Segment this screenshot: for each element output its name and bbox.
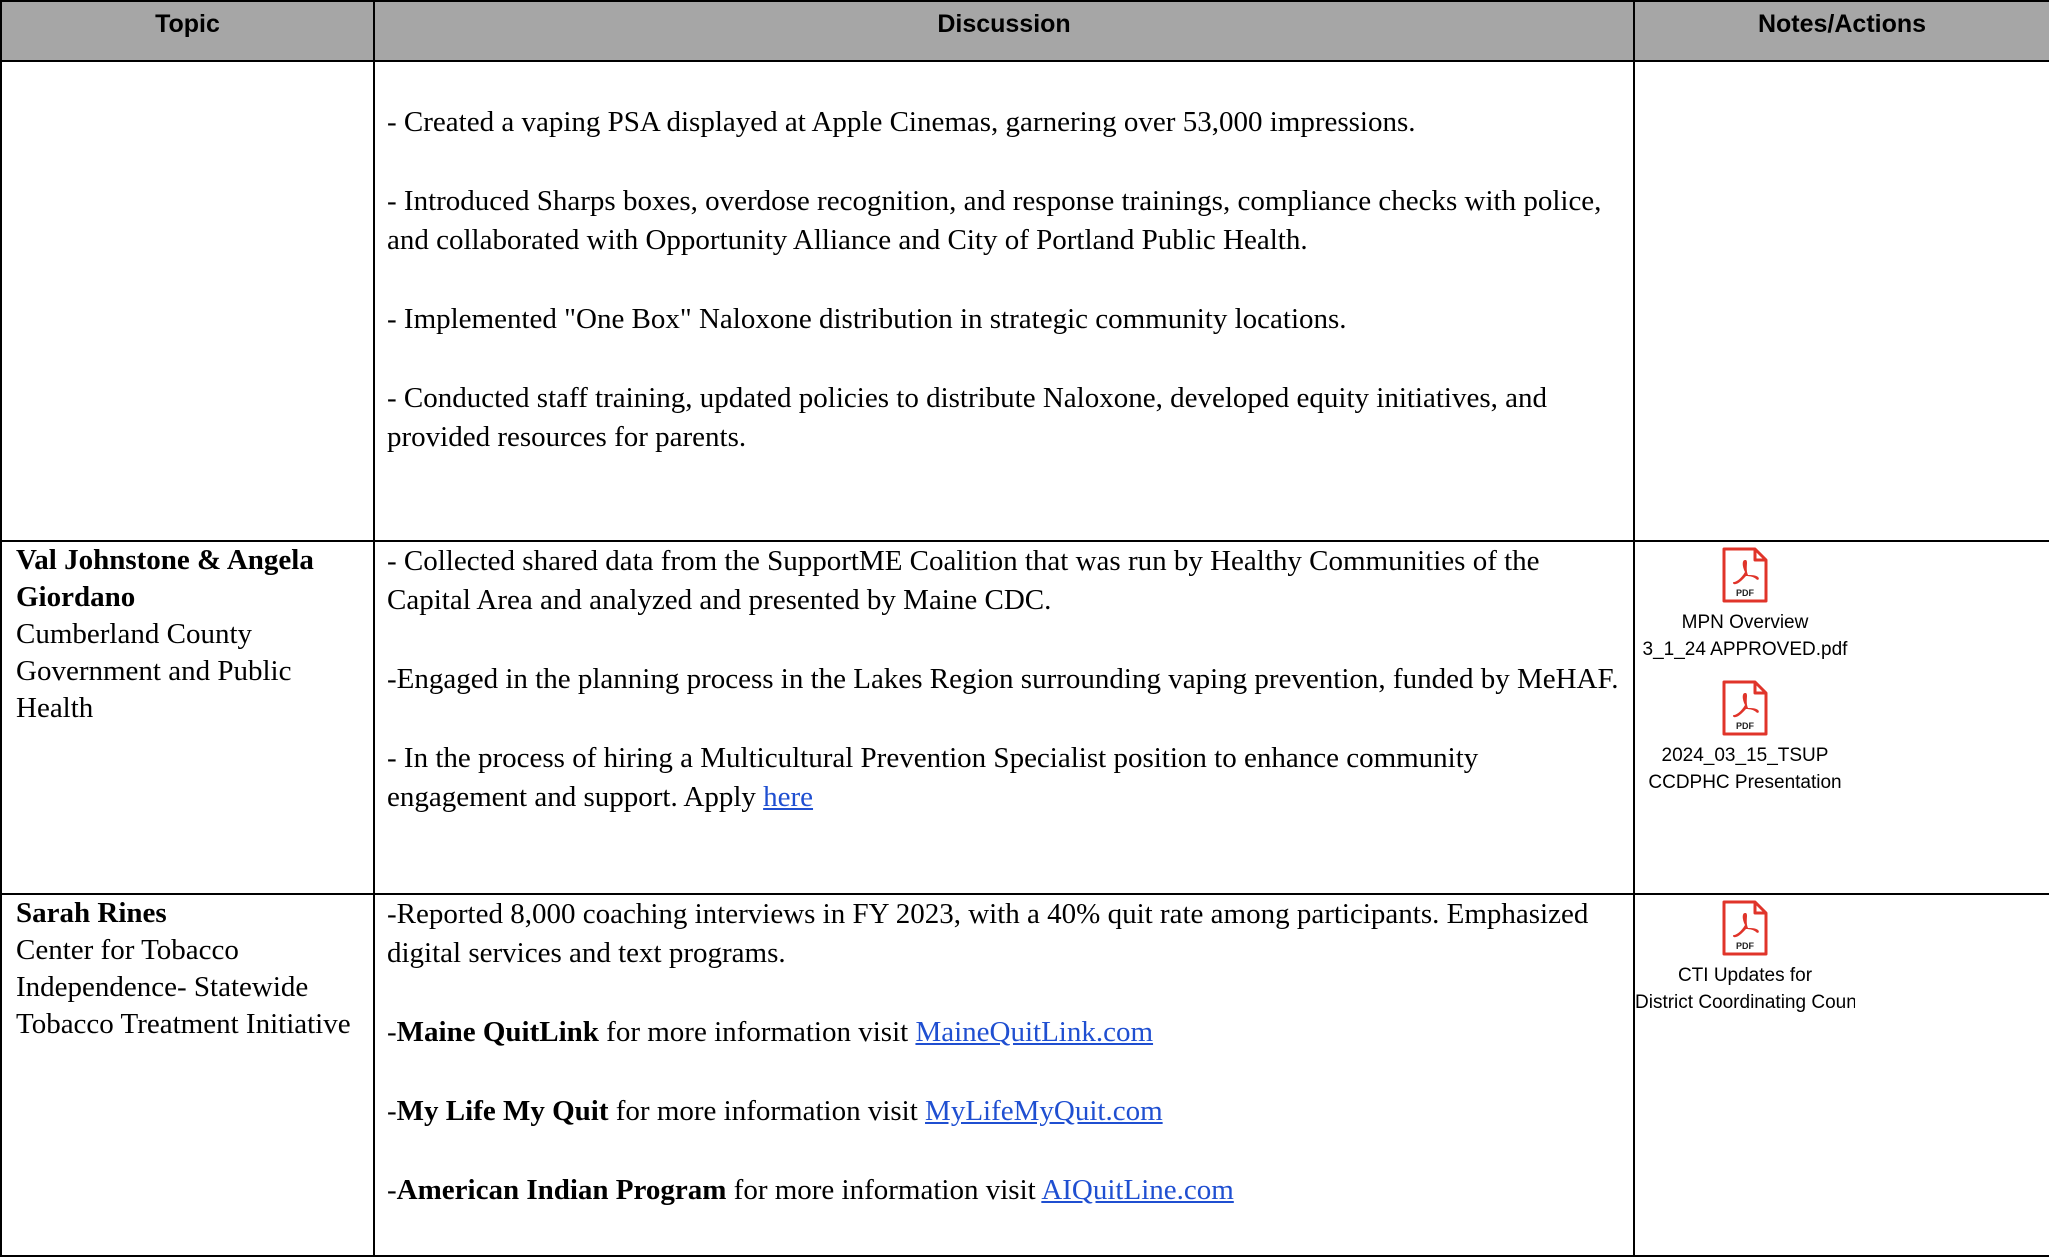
- dash: -: [387, 1174, 397, 1206]
- presenter-org: Cumberland County Government and Public …: [16, 618, 292, 724]
- table-row: - Created a vaping PSA displayed at Appl…: [0, 60, 2049, 542]
- minutes-table: Topic Discussion Notes/Actions - Created…: [0, 0, 2049, 1257]
- program-item: -American Indian Program for more inform…: [387, 1171, 1621, 1210]
- header-notes: Notes/Actions: [1633, 0, 2049, 62]
- program-item: -Maine QuitLink for more information vis…: [387, 1013, 1621, 1052]
- program-text: for more information visit: [598, 1016, 916, 1048]
- pdf-attachment[interactable]: CTI Updates for District Coordinating Co…: [1635, 899, 1855, 1016]
- program-text: for more information visit: [726, 1174, 1042, 1206]
- program-name: Maine QuitLink: [396, 1016, 599, 1048]
- discussion-item: - Implemented "One Box" Naloxone distrib…: [387, 303, 1347, 335]
- discussion-item: - Collected shared data from the Support…: [387, 545, 1540, 616]
- discussion-text: - In the process of hiring a Multicultur…: [387, 742, 1479, 813]
- discussion-cell: -Reported 8,000 coaching interviews in F…: [373, 893, 1635, 1257]
- header-topic: Topic: [0, 0, 375, 62]
- mainequitlink-link[interactable]: MaineQuitLink.com: [915, 1016, 1153, 1048]
- attachment-name-line2: 3_1_24 APPROVED.pdf: [1642, 639, 1848, 660]
- dash: -: [387, 1016, 397, 1048]
- discussion-cell: - Created a vaping PSA displayed at Appl…: [373, 60, 1635, 542]
- program-text: for more information visit: [608, 1095, 926, 1127]
- discussion-cell: - Collected shared data from the Support…: [373, 540, 1635, 895]
- notes-cell: MPN Overview 3_1_24 APPROVED.pdf 2024_03…: [1633, 540, 2049, 895]
- presenter-org: Center for Tobacco Independence- Statewi…: [16, 934, 351, 1040]
- pdf-attachment[interactable]: MPN Overview 3_1_24 APPROVED.pdf: [1635, 546, 1855, 663]
- apply-here-link[interactable]: here: [763, 781, 813, 813]
- discussion-item: - Created a vaping PSA displayed at Appl…: [387, 106, 1416, 138]
- discussion-item: - Conducted staff training, updated poli…: [387, 382, 1547, 453]
- attachment-name-line1: 2024_03_15_TSUP: [1661, 745, 1829, 766]
- topic-cell: Val Johnstone & Angela Giordano Cumberla…: [0, 540, 375, 895]
- attachment-name-line2: District Coordinating Council: [1635, 992, 1855, 1013]
- pdf-attachment[interactable]: 2024_03_15_TSUP CCDPHC Presentation: [1635, 679, 1855, 796]
- program-item: -My Life My Quit for more information vi…: [387, 1092, 1621, 1131]
- discussion-item: -Engaged in the planning process in the …: [387, 663, 1619, 695]
- topic-cell: [0, 60, 375, 542]
- discussion-item: - In the process of hiring a Multicultur…: [387, 739, 1621, 817]
- presenter-name: Val Johnstone & Angela Giordano: [16, 544, 314, 613]
- table-row: Sarah Rines Center for Tobacco Independe…: [0, 893, 2049, 1257]
- attachment-name-line1: MPN Overview: [1681, 612, 1809, 633]
- header-discussion: Discussion: [373, 0, 1635, 62]
- pdf-icon: [1721, 679, 1769, 737]
- mylifemyquit-link[interactable]: MyLifeMyQuit.com: [925, 1095, 1163, 1127]
- attachment-name-line2: CCDPHC Presentation: [1648, 772, 1842, 793]
- discussion-item: - Introduced Sharps boxes, overdose reco…: [387, 185, 1602, 256]
- notes-cell: [1633, 60, 2049, 542]
- pdf-icon: [1721, 899, 1769, 957]
- pdf-icon: [1721, 546, 1769, 604]
- header-row: Topic Discussion Notes/Actions: [0, 0, 2049, 62]
- discussion-item: -Reported 8,000 coaching interviews in F…: [387, 898, 1589, 969]
- notes-cell: CTI Updates for District Coordinating Co…: [1633, 893, 2049, 1257]
- program-name: My Life My Quit: [396, 1095, 609, 1127]
- presenter-name: Sarah Rines: [16, 897, 167, 929]
- attachment-name-line1: CTI Updates for: [1677, 965, 1813, 986]
- program-name: American Indian Program: [396, 1174, 727, 1206]
- dash: -: [387, 1095, 397, 1127]
- aiquitline-link[interactable]: AIQuitLine.com: [1041, 1174, 1233, 1206]
- table-row: Val Johnstone & Angela Giordano Cumberla…: [0, 540, 2049, 895]
- topic-cell: Sarah Rines Center for Tobacco Independe…: [0, 893, 375, 1257]
